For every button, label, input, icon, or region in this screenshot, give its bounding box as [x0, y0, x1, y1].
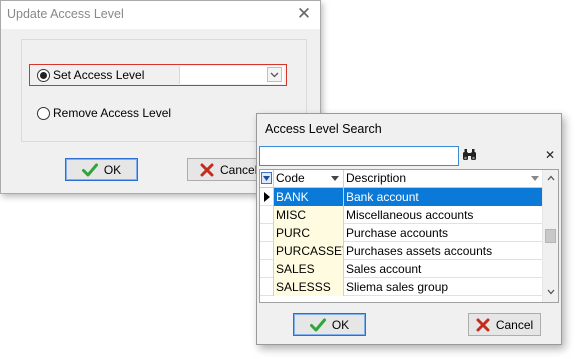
- results-grid: Code Description BANK Bank account MISC …: [259, 169, 559, 303]
- grid-header: Code Description: [260, 170, 543, 188]
- access-level-combo[interactable]: [179, 66, 284, 84]
- column-header-code[interactable]: Code: [273, 170, 344, 188]
- table-row[interactable]: PURC Purchase accounts: [260, 224, 543, 242]
- cancel-label: Cancel: [495, 317, 534, 332]
- description-cell: Purchase accounts: [346, 226, 449, 240]
- title-bar: Update Access Level ✕: [1, 1, 320, 29]
- code-cell: PURCASSET: [273, 242, 344, 260]
- remove-access-level-radio[interactable]: [37, 106, 50, 120]
- ok-button[interactable]: OK: [65, 158, 138, 181]
- remove-access-level-option[interactable]: Remove Access Level: [37, 106, 171, 120]
- ok-button[interactable]: OK: [293, 313, 366, 336]
- check-icon: [309, 318, 326, 332]
- ok-label: OK: [331, 317, 350, 332]
- set-access-level-radio[interactable]: [37, 68, 50, 82]
- access-level-search-dialog: Access Level Search ✕ Code Description B…: [256, 113, 562, 345]
- set-access-level-row: Set Access Level: [29, 64, 287, 86]
- cancel-button[interactable]: Cancel: [187, 158, 267, 181]
- close-icon[interactable]: ✕: [294, 3, 314, 25]
- column-header-code-label: Code: [276, 171, 305, 185]
- check-icon: [81, 163, 98, 177]
- code-cell: SALESSS: [273, 278, 344, 296]
- column-header-description[interactable]: Description: [344, 170, 543, 188]
- description-cell: Sales account: [346, 262, 422, 276]
- vertical-scrollbar[interactable]: [542, 170, 558, 302]
- ok-label: OK: [103, 162, 122, 177]
- remove-access-level-label: Remove Access Level: [53, 106, 172, 120]
- row-indicator-icon: [264, 192, 270, 202]
- description-cell: Sliema sales group: [346, 280, 449, 294]
- dialog-title: Update Access Level: [7, 7, 124, 21]
- table-row[interactable]: MISC Miscellaneous accounts: [260, 206, 543, 224]
- scrollbar-thumb[interactable]: [545, 229, 556, 243]
- code-cell: PURC: [273, 224, 344, 242]
- binoculars-icon[interactable]: [462, 148, 477, 164]
- table-row[interactable]: SALES Sales account: [260, 260, 543, 278]
- scroll-down-icon[interactable]: [547, 288, 555, 296]
- scroll-up-icon[interactable]: [547, 174, 555, 182]
- cancel-label: Cancel: [220, 162, 258, 177]
- dropdown-button[interactable]: [267, 67, 282, 82]
- cancel-button[interactable]: Cancel: [468, 313, 541, 336]
- search-input[interactable]: [259, 146, 459, 166]
- description-cell: Miscellaneous accounts: [346, 208, 474, 222]
- table-row[interactable]: BANK Bank account: [260, 188, 543, 206]
- description-cell: Purchases assets accounts: [346, 244, 493, 258]
- sort-down-icon: [331, 176, 339, 181]
- set-access-level-label: Set Access Level: [53, 68, 145, 82]
- code-cell: MISC: [273, 206, 344, 224]
- sort-down-icon: [531, 176, 539, 181]
- chevron-down-icon: [270, 72, 279, 77]
- code-cell: SALES: [273, 260, 344, 278]
- clear-search-icon[interactable]: ✕: [545, 148, 555, 162]
- dialog-title: Access Level Search: [265, 122, 382, 136]
- column-header-description-label: Description: [346, 171, 407, 185]
- description-cell: Bank account: [344, 188, 543, 206]
- x-icon: [476, 318, 490, 332]
- column-chooser-icon[interactable]: [261, 172, 272, 184]
- table-row[interactable]: SALESSS Sliema sales group: [260, 278, 543, 296]
- table-row[interactable]: PURCASSET Purchases assets accounts: [260, 242, 543, 260]
- x-icon: [200, 163, 214, 177]
- code-cell: BANK: [273, 188, 344, 206]
- set-access-level-option[interactable]: Set Access Level: [37, 68, 144, 82]
